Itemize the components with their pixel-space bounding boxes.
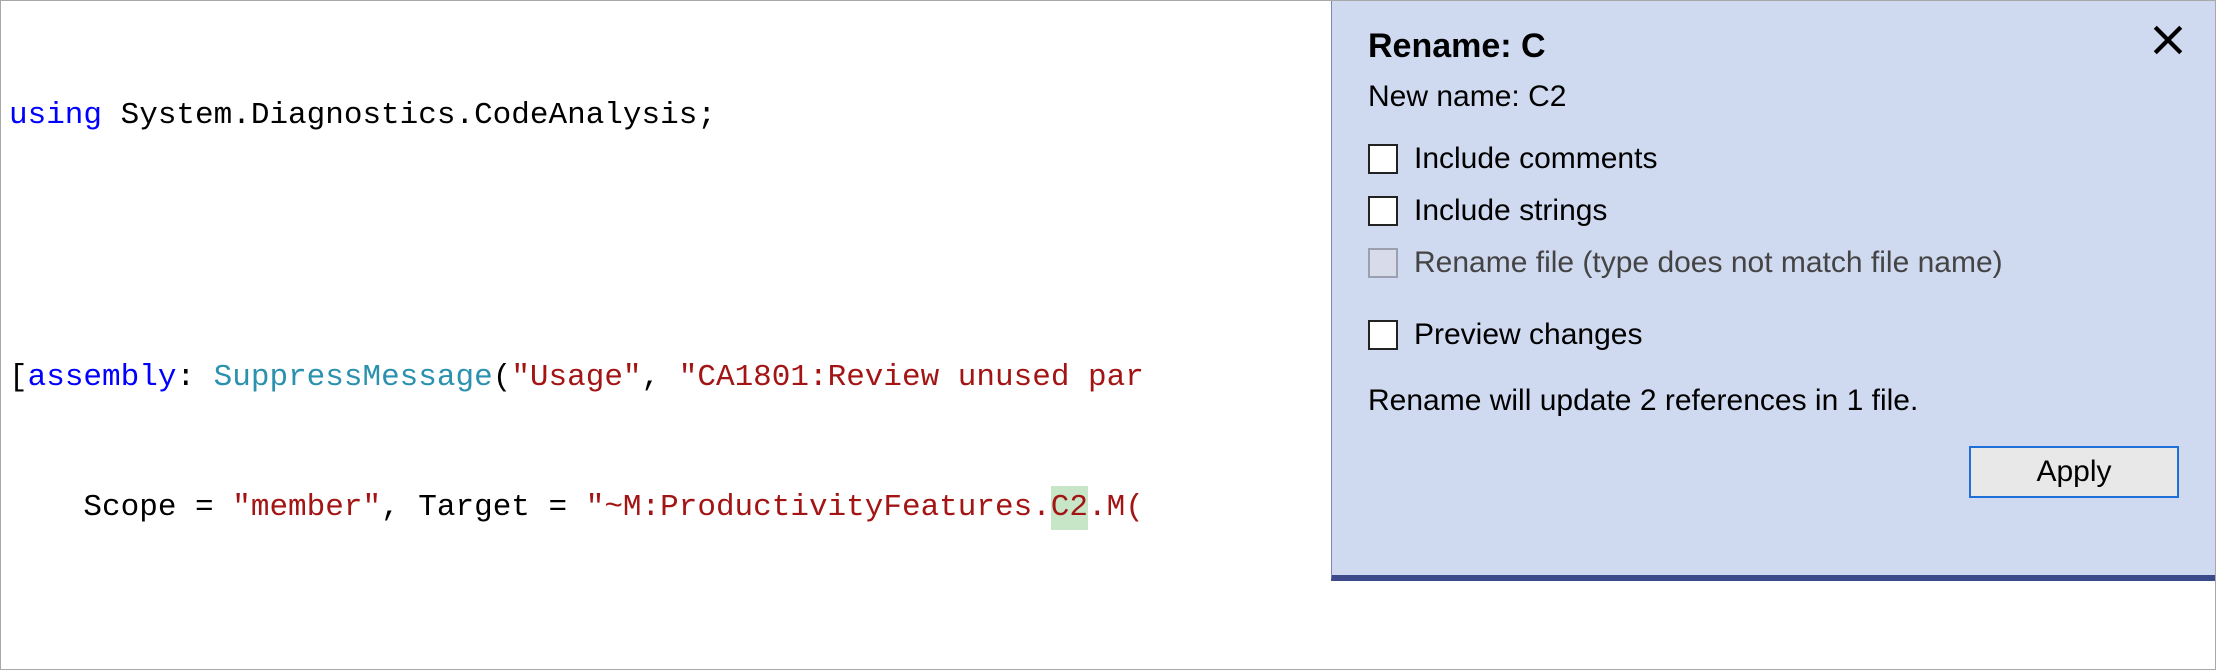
- code-text: :: [176, 356, 213, 399]
- keyword-using: using: [9, 94, 102, 137]
- code-text: System.Diagnostics.CodeAnalysis;: [102, 94, 716, 137]
- checkbox-label: Include strings: [1414, 194, 1607, 228]
- code-text: , Target =: [381, 486, 586, 529]
- rename-panel: Rename: C New name: C2 Include comments …: [1331, 1, 2215, 581]
- code-text: Scope =: [9, 486, 232, 529]
- string-literal: "CA1801:Review unused par: [679, 356, 1144, 399]
- checkbox-row-comments[interactable]: Include comments: [1368, 138, 2179, 180]
- checkbox-label: Rename file (type does not match file na…: [1414, 246, 2003, 280]
- checkbox-label: Include comments: [1414, 142, 1657, 176]
- string-literal: "member": [232, 486, 381, 529]
- rename-match: C2: [1051, 486, 1088, 529]
- code-text: ,: [642, 356, 679, 399]
- string-literal: "~M:ProductivityFeatures.: [586, 486, 1051, 529]
- checkbox-row-preview[interactable]: Preview changes: [1368, 314, 2179, 356]
- bracket: [: [9, 356, 28, 399]
- close-icon[interactable]: [2151, 23, 2185, 57]
- checkbox-row-renamefile: Rename file (type does not match file na…: [1368, 242, 2179, 284]
- checkbox-icon: [1368, 248, 1398, 278]
- type-name: SuppressMessage: [214, 356, 493, 399]
- panel-title: Rename: C: [1368, 27, 2179, 66]
- rename-status: Rename will update 2 references in 1 fil…: [1368, 384, 2179, 418]
- checkbox-row-strings[interactable]: Include strings: [1368, 190, 2179, 232]
- string-literal: "Usage": [511, 356, 641, 399]
- checkbox-icon[interactable]: [1368, 320, 1398, 350]
- new-name-label: New name: C2: [1368, 80, 2179, 114]
- checkbox-icon[interactable]: [1368, 144, 1398, 174]
- code-text: (: [493, 356, 512, 399]
- keyword-assembly: assembly: [28, 356, 177, 399]
- string-literal: .M(: [1088, 486, 1144, 529]
- apply-button[interactable]: Apply: [1969, 446, 2179, 498]
- code-editor[interactable]: using System.Diagnostics.CodeAnalysis; […: [1, 1, 1331, 669]
- checkbox-label: Preview changes: [1414, 318, 1642, 352]
- checkbox-icon[interactable]: [1368, 196, 1398, 226]
